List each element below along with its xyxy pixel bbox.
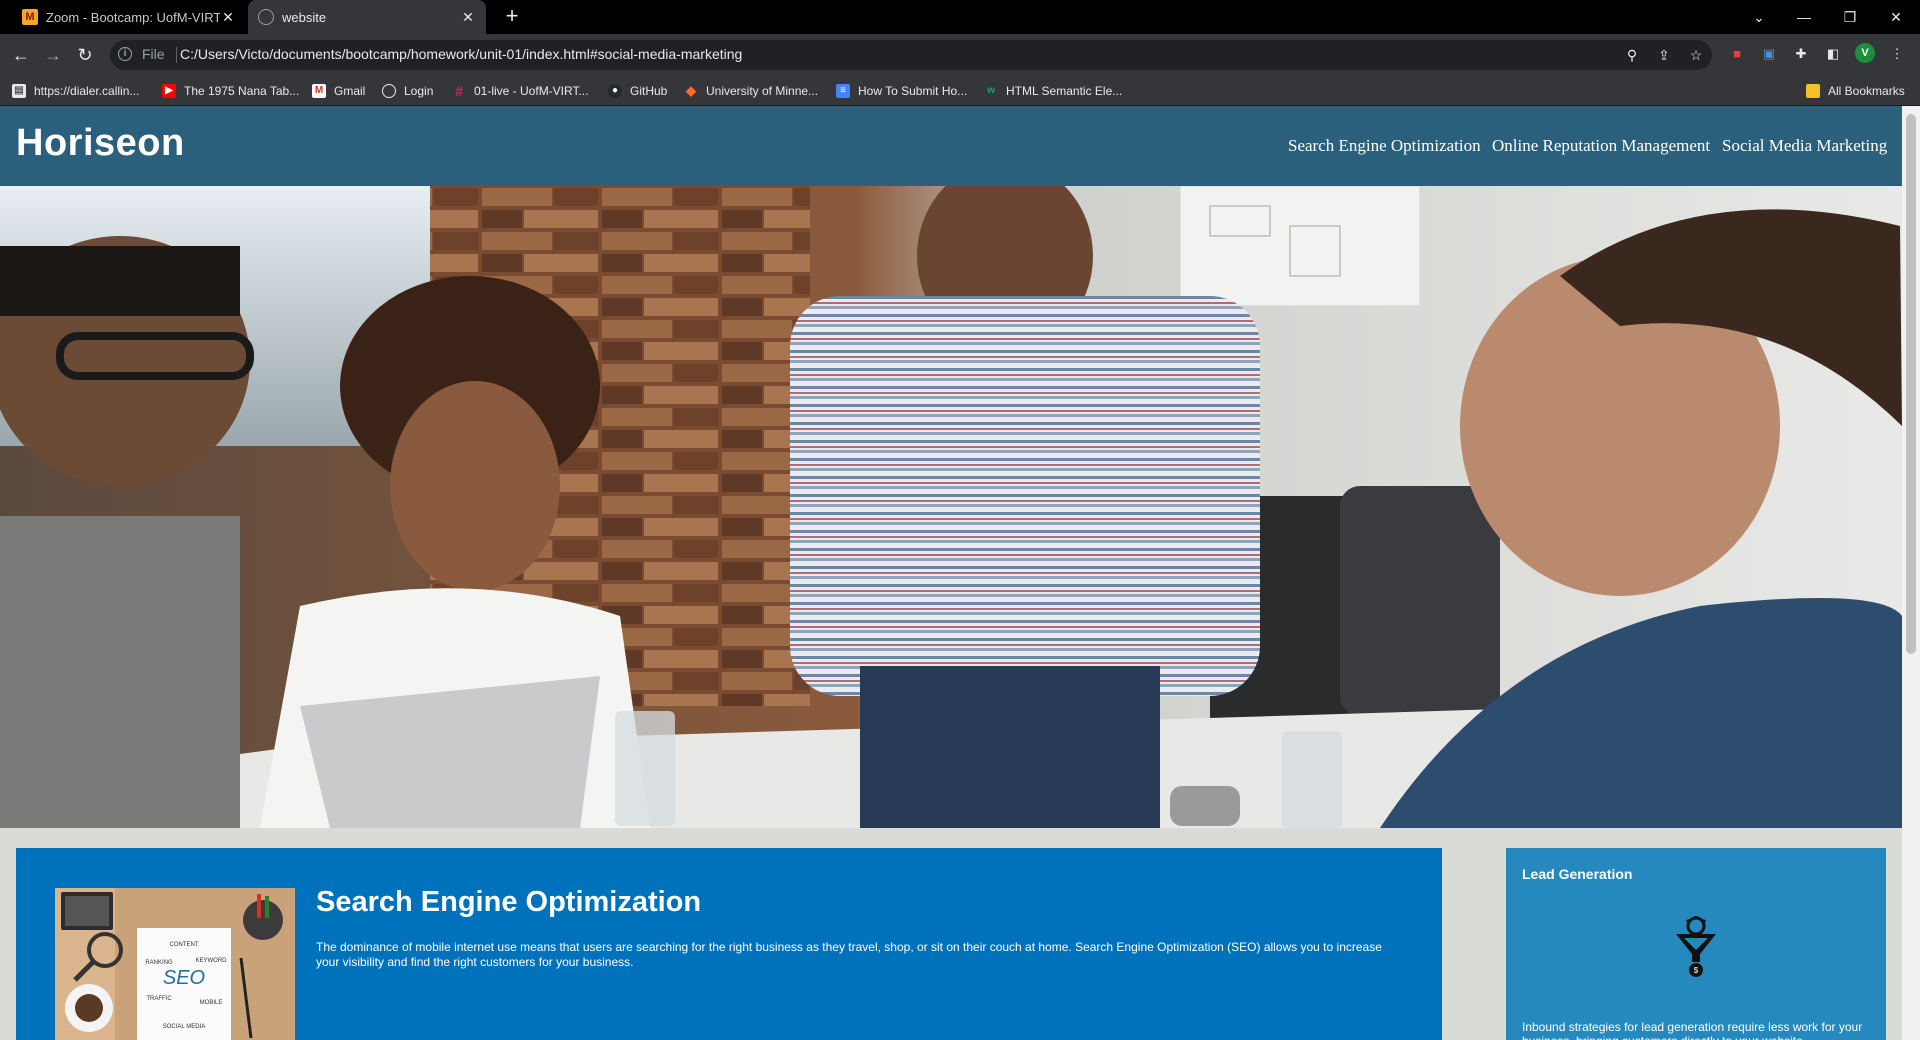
- slack-icon: #: [455, 83, 463, 99]
- bookmark-item[interactable]: ≡ How To Submit Ho...: [836, 82, 967, 100]
- nav-link-social-media[interactable]: Social Media Marketing: [1722, 136, 1887, 156]
- minimize-button[interactable]: —: [1792, 6, 1816, 28]
- folder-icon: [1806, 84, 1820, 98]
- bookmark-item[interactable]: Login: [382, 82, 433, 100]
- bookmark-label: Gmail: [334, 84, 366, 98]
- new-tab-button[interactable]: +: [500, 5, 524, 29]
- window-close-button[interactable]: ✕: [1884, 6, 1908, 28]
- gitlab-icon: ◆: [686, 83, 696, 98]
- bookmarks-bar: ▤ https://dialer.callin... ▶ The 1975 Nana…: [0, 76, 1920, 106]
- tab-bar: M Zoom - Bootcamp: UofM-VIRT-F ✕ website…: [0, 0, 1920, 34]
- share-icon[interactable]: ⇪: [1656, 47, 1672, 63]
- page-viewport: Horiseon Search Engine Optimization Onli…: [0, 106, 1902, 1040]
- hero-image: [0, 186, 1902, 828]
- back-button[interactable]: ←: [9, 43, 33, 67]
- seo-image-word: MOBILE: [200, 1000, 223, 1006]
- close-icon[interactable]: ✕: [460, 9, 476, 26]
- seo-description: The dominance of mobile internet use mea…: [316, 940, 1382, 969]
- bookmark-label: GitHub: [630, 84, 668, 98]
- bookmark-label: 01-live - UofM-VIRT...: [474, 84, 589, 98]
- page-scrollbar[interactable]: [1902, 106, 1920, 1040]
- zoom-icon: M: [22, 9, 38, 25]
- docs-icon: ≡: [836, 84, 850, 98]
- side-panel-icon[interactable]: ◧: [1824, 45, 1842, 63]
- tab-search-chevron-icon[interactable]: ⌄: [1747, 6, 1771, 28]
- browser-toolbar: ← → ↻ i File C:/Users/Victo/documents/bo…: [0, 34, 1920, 76]
- tab-website[interactable]: website ✕: [248, 0, 486, 34]
- close-icon[interactable]: ✕: [220, 9, 236, 26]
- reload-button[interactable]: ↻: [73, 43, 97, 67]
- url-text[interactable]: C:/Users/Victo/documents/bootcamp/homewo…: [180, 46, 742, 62]
- bookmark-label: University of Minne...: [706, 84, 819, 98]
- extensions-puzzle-icon[interactable]: ✚: [1792, 45, 1810, 63]
- youtube-icon: ▶: [162, 84, 176, 98]
- divider: [176, 47, 177, 63]
- restore-button[interactable]: ❐: [1838, 6, 1862, 28]
- login-globe-icon: [382, 84, 396, 98]
- bookmark-star-icon[interactable]: ☆: [1688, 47, 1704, 63]
- site-info-icon[interactable]: i: [118, 47, 132, 61]
- globe-icon: [258, 9, 274, 25]
- seo-image-word: SOCIAL MEDIA: [163, 1024, 205, 1030]
- url-scheme: File: [142, 46, 165, 62]
- profile-avatar[interactable]: V: [1855, 43, 1875, 63]
- address-bar[interactable]: i File C:/Users/Victo/documents/bootcamp…: [110, 40, 1712, 70]
- seo-image-word: SEO: [163, 967, 205, 989]
- bookmark-item[interactable]: ● GitHub: [608, 82, 667, 100]
- lead-generation-card: Lead Generation $ Inbound strategies for…: [1506, 848, 1886, 1040]
- seo-image-word: KEYWORD: [195, 958, 227, 964]
- site-header: Horiseon Search Engine Optimization Onli…: [0, 106, 1902, 186]
- tab-title: Zoom - Bootcamp: UofM-VIRT-F: [46, 9, 220, 25]
- seo-title: Search Engine Optimization: [316, 886, 702, 918]
- bookmark-item[interactable]: #01-live - UofM-VIRT...: [452, 82, 588, 100]
- w3schools-icon: w: [987, 85, 995, 96]
- seo-section: SEO CONTENT RANKING KEYWORD TRAFFIC MOBI…: [16, 848, 1442, 1040]
- bookmark-label: https://dialer.callin...: [34, 84, 140, 98]
- site-logo[interactable]: Horiseon: [16, 122, 185, 165]
- bookmark-label: All Bookmarks: [1828, 84, 1905, 98]
- forward-button[interactable]: →: [41, 43, 65, 67]
- page-icon: ▤: [12, 84, 26, 98]
- gmail-icon: M: [312, 84, 326, 98]
- bookmark-label: How To Submit Ho...: [858, 84, 968, 98]
- lead-title: Lead Generation: [1522, 866, 1633, 882]
- scrollbar-thumb[interactable]: [1906, 114, 1916, 654]
- lead-funnel-icon: $: [1674, 916, 1718, 978]
- lead-description: Inbound strategies for lead generation r…: [1522, 1020, 1863, 1040]
- zoom-magnifier-icon[interactable]: ⚲: [1624, 47, 1640, 63]
- nav-link-seo[interactable]: Search Engine Optimization: [1288, 136, 1481, 156]
- bookmark-item[interactable]: M Gmail: [312, 82, 365, 100]
- screenshot-extension-icon[interactable]: ▣: [1760, 45, 1778, 63]
- nav-link-reputation[interactable]: Online Reputation Management: [1492, 136, 1710, 156]
- bookmark-item[interactable]: ▤ https://dialer.callin...: [12, 82, 139, 100]
- hero-illustration: [0, 186, 1902, 828]
- bookmark-label: HTML Semantic Ele...: [1006, 84, 1123, 98]
- github-icon: ●: [608, 84, 622, 98]
- seo-image-word: TRAFFIC: [146, 996, 172, 1002]
- seo-image-word: CONTENT: [170, 942, 199, 948]
- seo-image: SEO CONTENT RANKING KEYWORD TRAFFIC MOBI…: [55, 888, 295, 1040]
- more-menu-icon[interactable]: ⋮: [1888, 45, 1906, 63]
- bookmark-label: The 1975 Nana Tab...: [184, 84, 300, 98]
- all-bookmarks[interactable]: All Bookmarks: [1806, 82, 1905, 100]
- screencast-extension-icon[interactable]: ■: [1728, 45, 1746, 63]
- seo-image-word: RANKING: [145, 960, 173, 966]
- tab-title: website: [282, 9, 327, 25]
- bookmark-item[interactable]: ◆ University of Minne...: [684, 82, 818, 100]
- tab-zoom[interactable]: M Zoom - Bootcamp: UofM-VIRT-F ✕: [12, 0, 246, 34]
- svg-text:$: $: [1694, 966, 1699, 975]
- bookmark-item[interactable]: ▶ The 1975 Nana Tab...: [162, 82, 299, 100]
- bookmark-label: Login: [404, 84, 434, 98]
- bookmark-item[interactable]: w HTML Semantic Ele...: [984, 82, 1122, 100]
